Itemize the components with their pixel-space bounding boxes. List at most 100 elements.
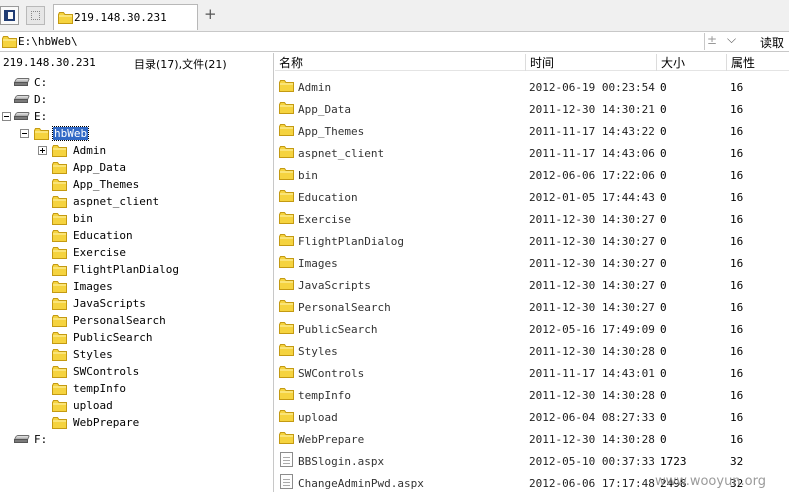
expand-toggle-admin[interactable] (38, 146, 47, 155)
table-row[interactable]: PublicSearch 2012-05-16 17:49:09 0 16 (275, 318, 789, 340)
column-header-time[interactable]: 时间 (526, 54, 657, 71)
row-attr: 16 (730, 367, 744, 380)
tree-folder-label: tempInfo (73, 382, 126, 395)
row-time: 2012-06-06 17:17:48 (529, 477, 655, 490)
row-time: 2011-12-30 14:30:27 (529, 279, 655, 292)
directory-tree: 219.148.30.231 目录(17),文件(21) C: D: E: hb… (0, 53, 274, 492)
row-time: 2011-11-17 14:43:06 (529, 147, 655, 160)
chevron-down-icon[interactable]: ⌵ (727, 32, 736, 47)
table-row[interactable]: upload 2012-06-04 08:27:33 0 16 (275, 406, 789, 428)
drive-label: F: (34, 433, 48, 446)
drive-icon (13, 112, 31, 121)
row-attr: 16 (730, 213, 744, 226)
folder-icon (52, 400, 67, 412)
tree-folder-label: PublicSearch (73, 331, 153, 344)
row-attr: 16 (730, 411, 744, 424)
row-time: 2011-11-17 14:43:22 (529, 125, 655, 138)
plus-minus-icon[interactable]: ± (707, 33, 717, 47)
row-size: 0 (660, 433, 667, 446)
tree-folder-label: App_Themes (73, 178, 140, 191)
drive-label: E: (34, 110, 48, 123)
table-row[interactable]: App_Data 2011-12-30 14:30:21 0 16 (275, 98, 789, 120)
table-row[interactable]: Admin 2012-06-19 00:23:54 0 16 (275, 76, 789, 98)
folder-icon (52, 281, 67, 293)
tree-folder-label: FlightPlanDialog (73, 263, 179, 276)
collapse-toggle-hbweb[interactable] (20, 129, 29, 138)
collapse-toggle-e[interactable] (2, 112, 11, 121)
folder-icon (52, 213, 67, 225)
tree-folder-label: Images (73, 280, 113, 293)
table-row[interactable]: Styles 2011-12-30 14:30:28 0 16 (275, 340, 789, 362)
drive-icon (13, 95, 31, 104)
row-attr: 16 (730, 191, 744, 204)
folder-icon (52, 298, 67, 310)
table-row[interactable]: aspnet_client 2011-11-17 14:43:06 0 16 (275, 142, 789, 164)
folder-icon (279, 388, 294, 400)
table-row[interactable]: JavaScripts 2011-12-30 14:30:27 0 16 (275, 274, 789, 296)
row-time: 2011-12-30 14:30:27 (529, 213, 655, 226)
file-icon (280, 474, 293, 489)
row-size: 0 (660, 103, 667, 116)
table-row[interactable]: tempInfo 2011-12-30 14:30:28 0 16 (275, 384, 789, 406)
row-name: SWControls (298, 367, 365, 380)
row-size: 0 (660, 367, 667, 380)
table-row[interactable]: App_Themes 2011-11-17 14:43:22 0 16 (275, 120, 789, 142)
tree-folder-label: hbWeb (51, 126, 90, 141)
folder-icon (279, 366, 294, 378)
row-attr: 16 (730, 169, 744, 182)
folder-icon (52, 383, 67, 395)
row-attr: 16 (730, 323, 744, 336)
item-count: 目录(17),文件(21) (134, 58, 227, 71)
tree-folder-label: aspnet_client (73, 195, 160, 208)
folder-icon (279, 300, 294, 312)
tree-header: 219.148.30.231 目录(17),文件(21) (0, 53, 274, 71)
column-header-name[interactable]: 名称 (275, 54, 526, 71)
row-time: 2011-12-30 14:30:28 (529, 433, 655, 446)
table-row[interactable]: BBSlogin.aspx 2012-05-10 00:37:33 1723 32 (275, 450, 789, 472)
read-button[interactable]: 读取 (760, 34, 784, 51)
table-row[interactable]: PersonalSearch 2011-12-30 14:30:27 0 16 (275, 296, 789, 318)
file-icon (280, 452, 293, 467)
tab-server[interactable]: 219.148.30.231 (53, 4, 198, 30)
table-row[interactable]: FlightPlanDialog 2011-12-30 14:30:27 0 16 (275, 230, 789, 252)
panel-toggle-button[interactable] (0, 6, 19, 25)
table-row[interactable]: Images 2011-12-30 14:30:27 0 16 (275, 252, 789, 274)
row-attr: 16 (730, 125, 744, 138)
folder-icon (279, 278, 294, 290)
row-name: Education (298, 191, 358, 204)
table-row[interactable]: WebPrepare 2011-12-30 14:30:28 0 16 (275, 428, 789, 450)
table-row[interactable]: Exercise 2011-12-30 14:30:27 0 16 (275, 208, 789, 230)
column-header-size[interactable]: 大小 (657, 54, 727, 71)
row-attr: 16 (730, 81, 744, 94)
row-time: 2012-01-05 17:44:43 (529, 191, 655, 204)
path-input[interactable]: E:\hbWeb\ (18, 35, 78, 48)
add-tab-button[interactable]: + (204, 7, 217, 22)
row-attr: 16 (730, 433, 744, 446)
table-row[interactable]: SWControls 2011-11-17 14:43:01 0 16 (275, 362, 789, 384)
row-time: 2011-12-30 14:30:27 (529, 257, 655, 270)
row-size: 0 (660, 213, 667, 226)
secondary-toggle-button[interactable] (26, 6, 45, 25)
row-size: 0 (660, 191, 667, 204)
row-size: 0 (660, 257, 667, 270)
table-row[interactable]: Education 2012-01-05 17:44:43 0 16 (275, 186, 789, 208)
row-time: 2011-12-30 14:30:21 (529, 103, 655, 116)
tree-folder-label: Education (73, 229, 133, 242)
host-label: 219.148.30.231 (3, 56, 96, 69)
row-attr: 16 (730, 279, 744, 292)
folder-icon (52, 179, 67, 191)
table-row[interactable]: bin 2012-06-06 17:22:06 0 16 (275, 164, 789, 186)
folder-icon (279, 212, 294, 224)
folder-icon (52, 145, 67, 157)
row-name: PublicSearch (298, 323, 378, 336)
tab-label: 219.148.30.231 (74, 11, 167, 24)
folder-icon (279, 234, 294, 246)
row-time: 2012-05-16 17:49:09 (529, 323, 655, 336)
column-header-attr[interactable]: 属性 (727, 54, 789, 71)
folder-icon (279, 102, 294, 114)
folder-icon (52, 230, 67, 242)
row-name: PersonalSearch (298, 301, 391, 314)
folder-icon (52, 247, 67, 259)
row-attr: 16 (730, 389, 744, 402)
tree-folder-label: JavaScripts (73, 297, 146, 310)
